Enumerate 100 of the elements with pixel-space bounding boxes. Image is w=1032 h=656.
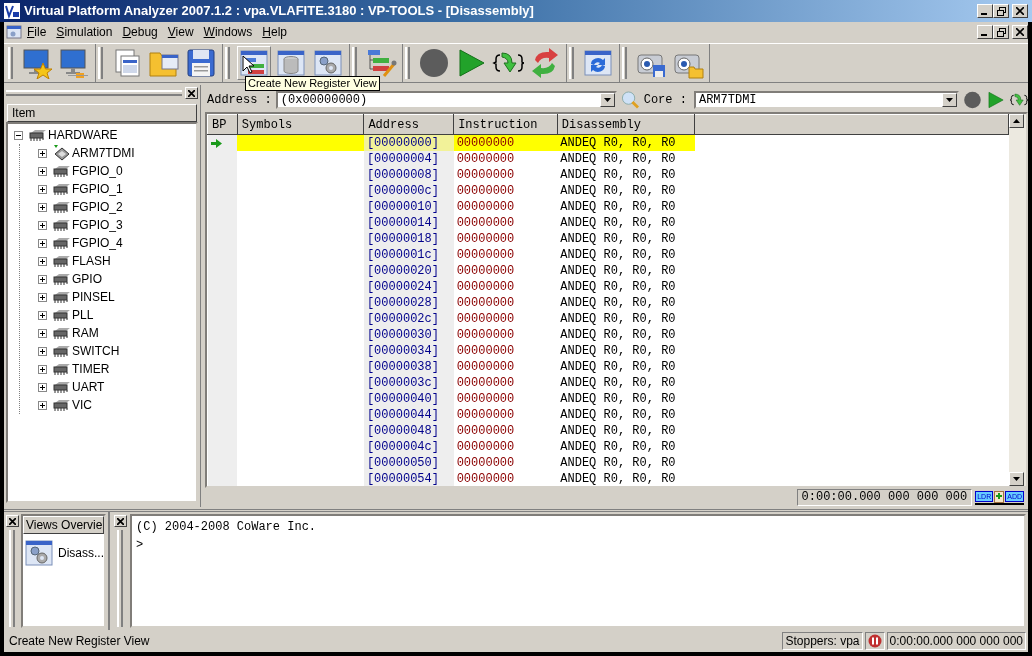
close-button[interactable] <box>113 515 127 528</box>
address-cell: [00000040] <box>363 391 454 408</box>
close-button[interactable] <box>185 87 198 100</box>
expand-icon[interactable] <box>38 202 47 212</box>
address-cell: [00000020] <box>363 263 454 280</box>
record-icon[interactable] <box>963 89 983 110</box>
toolbar-grip[interactable] <box>622 47 627 80</box>
close-icon[interactable] <box>1016 7 1024 15</box>
disassembly-cell-text: ANDEQ R0, R0, R0 <box>559 199 677 216</box>
collapse-icon[interactable] <box>14 130 23 140</box>
tree-item[interactable]: HARDWARE <box>48 126 118 145</box>
disassembly-cell-text: ANDEQ R0, R0, R0 <box>559 295 677 312</box>
tree-item[interactable]: FGPIO_3 <box>72 216 123 235</box>
close-button[interactable] <box>1012 4 1028 18</box>
menu-item[interactable]: Debug <box>117 22 163 43</box>
address-cell: [00000004] <box>363 151 454 168</box>
close-button[interactable] <box>6 515 19 528</box>
tree-item[interactable]: FLASH <box>72 252 111 271</box>
toolbar-grip[interactable] <box>569 47 574 80</box>
minimize-button[interactable] <box>977 4 993 18</box>
tree-item[interactable]: TIMER <box>72 360 110 379</box>
tree-item[interactable]: SWITCH <box>72 342 120 361</box>
tree-item[interactable]: RAM <box>72 324 99 343</box>
expand-icon[interactable] <box>38 310 47 320</box>
menu-item[interactable]: File <box>22 22 52 43</box>
tree-item[interactable]: UART <box>72 378 105 397</box>
expand-icon[interactable] <box>38 256 47 266</box>
tree-item[interactable]: PLL <box>72 306 94 325</box>
tree-wrench-icon[interactable] <box>365 47 397 80</box>
address-cell: [00000018] <box>363 231 454 248</box>
console-line: (C) 2004-2008 CoWare Inc. <box>136 519 318 537</box>
tree-item[interactable]: GPIO <box>72 270 102 289</box>
column-header[interactable]: Item <box>7 104 197 123</box>
disassembly-cell-text: ANDEQ R0, R0, R0 <box>559 407 677 424</box>
expand-icon[interactable] <box>38 220 47 230</box>
scroll-down-icon[interactable] <box>1013 477 1020 482</box>
column-header[interactable]: Symbols <box>237 114 364 135</box>
minimize-button[interactable] <box>977 25 993 40</box>
app-icon <box>4 3 20 19</box>
tree-item[interactable]: FGPIO_4 <box>72 234 123 253</box>
expand-icon[interactable] <box>38 328 47 338</box>
record-icon[interactable] <box>418 47 450 80</box>
column-header[interactable]: Instruction <box>453 114 558 135</box>
toolbar-grip[interactable] <box>225 47 230 80</box>
address-cell: [00000034] <box>363 343 454 360</box>
menu-item[interactable]: View <box>162 22 199 43</box>
chip-icon <box>53 201 71 214</box>
monitor-star-icon[interactable] <box>21 47 53 80</box>
expand-icon[interactable] <box>38 382 47 392</box>
menu-item[interactable]: Simulation <box>51 22 118 43</box>
tree-item[interactable]: VIC <box>72 396 92 415</box>
toolbar-grip[interactable] <box>98 47 103 80</box>
tree-item[interactable]: PINSEL <box>72 288 115 307</box>
expand-icon[interactable] <box>38 238 47 248</box>
expand-icon[interactable] <box>38 148 47 158</box>
dropdown-arrow-icon[interactable] <box>603 97 611 102</box>
overview-entry[interactable]: Disass... <box>58 544 104 563</box>
disassembly-cell-text: ANDEQ R0, R0, R0 <box>559 311 677 328</box>
disassembly-cell-text: ANDEQ R0, R0, R0 <box>559 327 677 344</box>
column-header[interactable]: Address <box>363 114 454 135</box>
expand-icon[interactable] <box>38 184 47 194</box>
menu-item[interactable]: Help <box>257 22 292 43</box>
column-header[interactable]: Disassembly <box>557 114 695 135</box>
chip-icon <box>53 219 71 232</box>
monitor-network-icon[interactable] <box>58 47 90 80</box>
expand-icon[interactable] <box>38 400 47 410</box>
scroll-up-icon[interactable] <box>1013 119 1020 124</box>
console-area[interactable]: (C) 2004-2008 CoWare Inc. > <box>130 514 1026 629</box>
disassembly-cell-text: ANDEQ R0, R0, R0 <box>559 231 677 248</box>
disassembly-cell-text: ANDEQ R0, R0, R0 <box>559 263 677 280</box>
instruction-cell: 00000000 <box>453 471 558 487</box>
expand-icon[interactable] <box>38 274 47 284</box>
panel-tab[interactable]: Views Overvie <box>23 516 104 535</box>
tree-item[interactable]: FGPIO_1 <box>72 180 123 199</box>
address-cell: [00000008] <box>363 167 454 184</box>
address-combo[interactable]: (0x00000000) <box>275 90 617 109</box>
expand-icon[interactable] <box>38 346 47 356</box>
core-combo[interactable]: ARM7TDMI <box>693 90 960 109</box>
pause-icon[interactable] <box>867 634 882 649</box>
address-cell: [0000003c] <box>363 375 454 392</box>
instruction-cell: 00000000 <box>453 279 558 296</box>
tree-item[interactable]: ARM7TDMI <box>72 144 135 163</box>
toolbar-grip[interactable] <box>405 47 410 80</box>
address-cell: [00000010] <box>363 199 454 216</box>
close-icon[interactable] <box>1016 28 1024 37</box>
column-header[interactable]: BP <box>207 114 238 135</box>
instruction-cell: 00000000 <box>453 439 558 456</box>
menu-item[interactable]: Windows <box>198 22 258 43</box>
tree-item[interactable]: FGPIO_0 <box>72 162 123 181</box>
close-button[interactable] <box>1012 25 1028 40</box>
vertical-scrollbar[interactable] <box>1009 114 1026 487</box>
dropdown-arrow-icon[interactable] <box>946 97 954 102</box>
tree-item[interactable]: FGPIO_2 <box>72 198 123 217</box>
address-cell: [00000028] <box>363 295 454 312</box>
expand-icon[interactable] <box>38 292 47 302</box>
expand-icon[interactable] <box>38 364 47 374</box>
toolbar-grip[interactable] <box>8 47 13 80</box>
expand-icon[interactable] <box>38 166 47 176</box>
address-cell: [00000038] <box>363 359 454 376</box>
disassembly-cell-text: ANDEQ R0, R0, R0 <box>559 375 677 392</box>
